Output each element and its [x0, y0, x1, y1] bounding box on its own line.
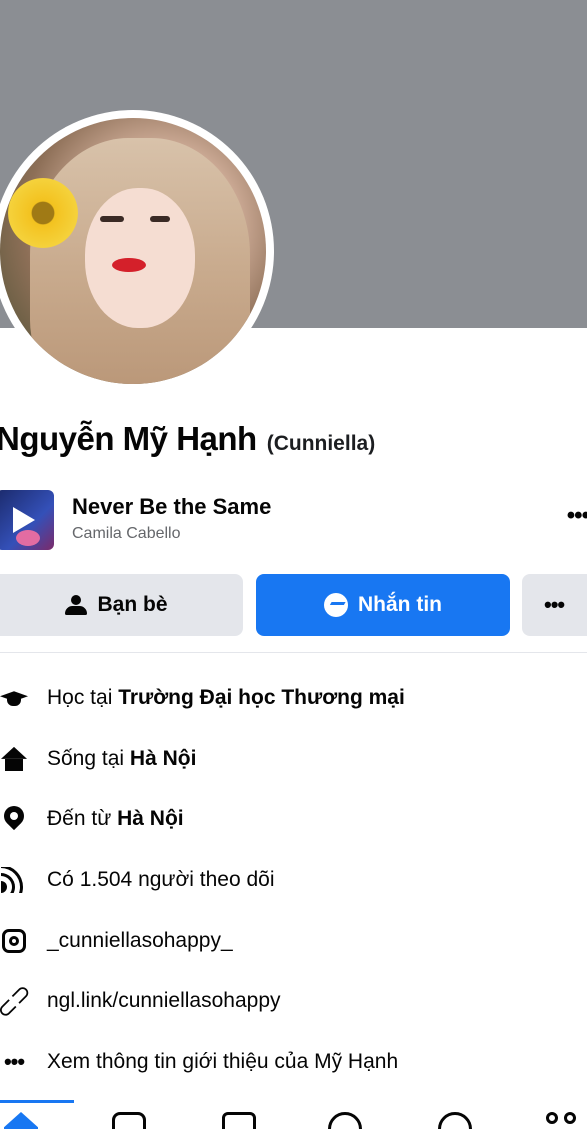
profile-actions: Bạn bè Nhắn tin •••: [0, 574, 587, 636]
intro-prefix: Đến từ: [47, 807, 118, 831]
intro-value: 1.504 người theo dõi: [79, 868, 275, 892]
profile-picture-ring: [0, 110, 274, 392]
intro-value: _cunniellasohappy_: [47, 928, 233, 952]
more-dots-icon: •••: [544, 592, 565, 617]
intro-item-instagram[interactable]: _cunniellasohappy_: [0, 910, 587, 971]
intro-item-lives-in[interactable]: Sống tại Hà Nội: [0, 729, 587, 790]
profile-name-row: Nguyễn Mỹ Hạnh (Cunniella): [0, 420, 375, 464]
profile-name: Nguyễn Mỹ Hạnh: [0, 420, 257, 457]
location-pin-icon: [0, 805, 28, 833]
intro-prefix: Sống tại: [47, 746, 130, 770]
song-artist: Camila Cabello: [72, 525, 181, 542]
profile-picture[interactable]: [0, 118, 266, 384]
groups-icon[interactable]: [328, 1112, 362, 1129]
graduation-cap-icon: [0, 684, 28, 712]
avatar-face: [85, 188, 195, 328]
notifications-icon[interactable]: [438, 1112, 472, 1129]
home-icon: [0, 745, 28, 773]
intro-item-education[interactable]: Học tại Trường Đại học Thương mại: [0, 668, 587, 729]
intro-value: Hà Nội: [129, 746, 197, 770]
message-button-label: Nhắn tin: [358, 593, 442, 616]
intro-item-followers[interactable]: Có 1.504 người theo dõi: [0, 850, 587, 911]
intro-value: Xem thông tin giới thiệu của Mỹ Hạnh: [47, 1049, 399, 1073]
avatar-flower: [8, 178, 78, 248]
home-icon[interactable]: [4, 1112, 38, 1129]
song-cover[interactable]: [0, 490, 54, 550]
message-button[interactable]: Nhắn tin: [256, 574, 510, 636]
video-icon[interactable]: [112, 1112, 146, 1129]
avatar-eye: [150, 216, 170, 222]
bottom-tab-bar: [0, 1100, 587, 1129]
intro-item-link[interactable]: ⊂⊃ ngl.link/cunniellasohappy: [0, 971, 587, 1032]
profile-music[interactable]: Never Be the Same Camila Cabello •••: [0, 488, 587, 552]
friends-button[interactable]: Bạn bè: [0, 574, 243, 636]
more-options-button[interactable]: •••: [522, 574, 587, 636]
intro-item-see-about[interactable]: ••• Xem thông tin giới thiệu của Mỹ Hạnh: [0, 1032, 587, 1093]
marketplace-icon[interactable]: [222, 1112, 256, 1129]
intro-value: ngl.link/cunniellasohappy: [47, 989, 281, 1013]
intro-prefix: Học tại: [47, 686, 119, 710]
avatar-eye: [100, 216, 124, 222]
intro-item-from[interactable]: Đến từ Hà Nội: [0, 789, 587, 850]
instagram-icon: [0, 927, 28, 955]
active-tab-indicator: [0, 1100, 74, 1103]
link-icon: ⊂⊃: [0, 977, 38, 1026]
intro-value: Hà Nội: [117, 807, 184, 831]
song-title: Never Be the Same: [72, 494, 272, 519]
person-icon: [65, 595, 88, 615]
avatar-lips: [112, 258, 146, 272]
intro-prefix: Có: [47, 868, 80, 892]
intro-list: Học tại Trường Đại học Thương mại Sống t…: [0, 668, 587, 1092]
profile-alternate-name: (Cunniella): [266, 432, 376, 455]
intro-value: Trường Đại học Thương mại: [118, 686, 405, 710]
more-dots-icon: •••: [3, 1048, 25, 1074]
divider: [0, 652, 587, 653]
menu-icon[interactable]: [546, 1112, 580, 1129]
song-more-button[interactable]: •••: [567, 502, 587, 530]
followers-icon: [0, 866, 28, 894]
messenger-icon: [324, 593, 348, 617]
friends-button-label: Bạn bè: [97, 593, 168, 616]
play-icon: [13, 507, 35, 533]
